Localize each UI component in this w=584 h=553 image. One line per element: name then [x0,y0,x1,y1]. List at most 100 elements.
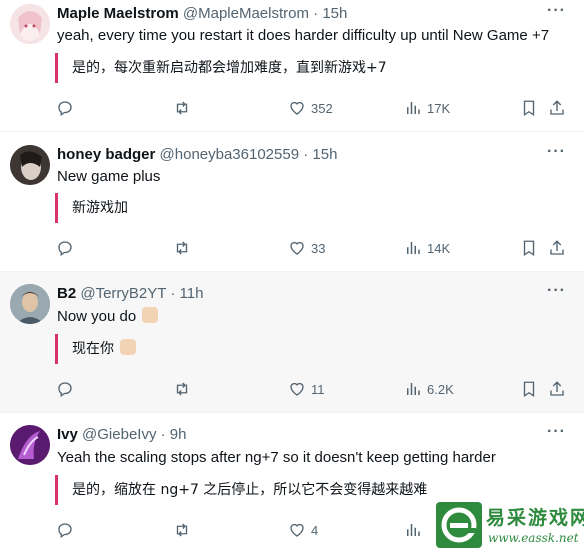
display-name[interactable]: Maple Maelstrom [57,5,179,22]
analytics-icon [407,242,420,254]
translation-text: 现在你 [55,334,137,364]
views-button[interactable]: 6.2K [404,380,454,398]
repost-button[interactable] [173,380,196,398]
view-count: 6.2K [427,381,454,397]
tweet-header: B2 @TerryB2YT · 11h [57,284,203,304]
share-button[interactable] [548,99,566,117]
analytics-icon [407,383,420,395]
reply-icon [58,523,72,539]
like-count: 4 [311,522,319,538]
like-button[interactable]: 352 [288,99,333,117]
more-options-icon[interactable]: ··· [547,143,566,161]
thumbs-up-emoji-icon [120,339,137,355]
avatar[interactable] [10,284,50,324]
more-options-icon[interactable]: ··· [547,282,566,300]
reply-icon [58,101,72,117]
bookmark-button[interactable] [520,380,538,398]
watermark-logo-icon [436,502,482,548]
separator: · [303,146,309,163]
reply-button[interactable] [56,239,79,257]
action-bar: 11 6.2K [56,380,584,402]
share-icon [550,381,564,396]
repost-icon [176,101,188,115]
timestamp[interactable]: 11h [180,285,204,302]
share-icon [550,100,564,115]
display-name[interactable]: honey badger [57,146,155,163]
action-bar: 352 17K [56,99,584,121]
bookmark-button[interactable] [520,99,538,117]
analytics-icon [407,524,420,536]
views-button[interactable] [404,521,427,539]
watermark: 易采游戏网 www.eassk.net [432,499,584,551]
tweet[interactable]: honey badger @honeyba36102559 · 15h ··· … [0,141,584,272]
timestamp[interactable]: 15h [322,5,347,22]
translation-text: 新游戏加 [55,193,128,223]
watermark-text: 易采游戏网 [486,507,584,529]
like-button[interactable]: 11 [288,380,325,398]
like-count: 352 [311,100,333,116]
tweet-text-content: Now you do [57,308,137,325]
views-button[interactable]: 14K [404,239,450,257]
view-count: 14K [427,240,451,256]
views-button[interactable]: 17K [404,99,450,117]
share-icon [550,240,564,255]
avatar[interactable] [10,145,50,185]
action-bar: 33 14K [56,239,584,261]
bookmark-icon [523,240,535,257]
like-button[interactable]: 33 [288,239,325,257]
heart-icon [290,523,304,537]
more-options-icon[interactable]: ··· [547,423,566,441]
tweet-text: Yeah the scaling stops after ng+7 so it … [57,449,496,466]
reply-button[interactable] [56,380,79,398]
like-count: 11 [311,381,325,397]
share-button[interactable] [548,239,566,257]
reply-button[interactable] [56,99,79,117]
reply-button[interactable] [56,521,79,539]
reply-icon [58,382,72,398]
tweet-header: Maple Maelstrom @MapleMaelstrom · 15h [57,4,347,24]
timestamp[interactable]: 15h [312,146,337,163]
bookmark-button[interactable] [520,239,538,257]
user-handle[interactable]: @GiebeIvy [82,426,156,443]
bookmark-icon [523,100,535,117]
like-count: 33 [311,240,326,256]
translation-content: 现在你 [72,341,114,357]
display-name[interactable]: B2 [57,285,76,302]
tweet-header: Ivy @GiebeIvy · 9h [57,425,186,445]
translation-text: 是的，每次重新启动都会增加难度，直到新游戏+7 [55,53,387,83]
share-button[interactable] [548,380,566,398]
thumbs-up-emoji-icon [142,307,159,323]
like-button[interactable]: 4 [288,521,318,539]
user-handle[interactable]: @TerryB2YT [80,285,166,302]
separator: · [313,5,319,22]
reply-icon [58,241,72,257]
bookmark-icon [523,381,535,398]
repost-icon [176,523,188,537]
timestamp[interactable]: 9h [170,426,187,443]
repost-icon [176,382,188,396]
tweet[interactable]: Maple Maelstrom @MapleMaelstrom · 15h ··… [0,0,584,132]
tweet-header: honey badger @honeyba36102559 · 15h [57,145,337,165]
more-options-icon[interactable]: ··· [547,2,566,20]
repost-button[interactable] [173,99,196,117]
user-handle[interactable]: @MapleMaelstrom [183,5,309,22]
avatar[interactable] [10,4,50,44]
tweet[interactable]: B2 @TerryB2YT · 11h ··· Now you do 现在你 1… [0,272,584,413]
repost-button[interactable] [173,521,196,539]
heart-icon [290,101,304,115]
heart-icon [290,241,304,255]
separator: · [170,285,176,302]
view-count: 17K [427,100,451,116]
avatar[interactable] [10,425,50,465]
tweet-text: Now you do [57,307,159,327]
display-name[interactable]: Ivy [57,426,78,443]
heart-icon [290,382,304,396]
separator: · [160,426,166,443]
tweet-text: yeah, every time you restart it does har… [57,27,550,44]
analytics-icon [407,102,420,114]
repost-icon [176,241,188,255]
tweet-text: New game plus [57,168,161,185]
translation-text: 是的，缩放在 ng+7 之后停止，所以它不会变得越来越难 [55,475,427,505]
repost-button[interactable] [173,239,196,257]
user-handle[interactable]: @honeyba36102559 [160,146,300,163]
